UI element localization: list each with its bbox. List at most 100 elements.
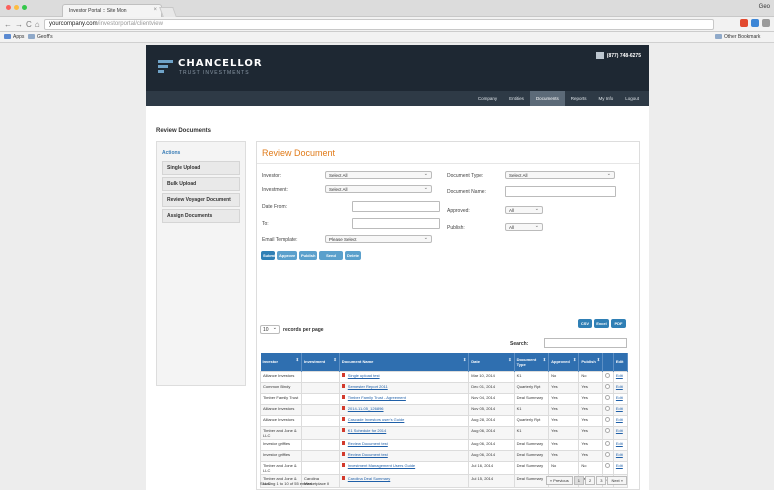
edit-link[interactable]: Edit	[616, 452, 623, 457]
document-link[interactable]: Investment Management Users Guide	[348, 463, 415, 468]
column-header[interactable]: Document Type ⬍	[514, 353, 550, 371]
cell-document-name: 2014-11-05_126896	[338, 403, 470, 416]
sidebar: Actions Single Upload Bulk Upload Review…	[156, 141, 246, 386]
date-from-input[interactable]	[352, 201, 440, 212]
document-link[interactable]: Carolina Deal Summary	[348, 476, 390, 481]
approved-select[interactable]: All	[505, 206, 543, 214]
logo-title[interactable]: CHANCELLOR	[178, 58, 263, 69]
minimize-window-icon[interactable]	[14, 5, 19, 10]
submit-button[interactable]: Submit	[261, 251, 277, 260]
row-select-radio[interactable]	[605, 394, 611, 400]
delete-button[interactable]: Delete	[345, 251, 361, 260]
page-2-button[interactable]: 2	[584, 476, 596, 485]
cell-approved: Yes	[548, 438, 580, 451]
edit-link[interactable]: Edit	[616, 406, 623, 411]
sidebar-item-bulk-upload[interactable]: Bulk Upload	[162, 177, 240, 191]
document-name-input[interactable]	[505, 186, 616, 197]
column-header[interactable]: Investor ⬍	[260, 353, 303, 371]
address-bar[interactable]: yourcompany.com/investorportal/clientvie…	[44, 19, 714, 30]
edit-link[interactable]: Edit	[616, 428, 623, 433]
row-select-radio[interactable]	[605, 427, 611, 433]
cell-edit: Edit	[612, 449, 629, 462]
window-controls[interactable]	[6, 5, 30, 12]
extension-icon[interactable]	[751, 19, 759, 27]
nav-reports[interactable]: Reports	[565, 91, 593, 106]
edit-link[interactable]: Edit	[616, 441, 623, 446]
forward-icon[interactable]: →	[15, 20, 26, 29]
row-select-radio[interactable]	[605, 462, 611, 468]
profile-name[interactable]: Geo	[759, 4, 770, 10]
column-header[interactable]: Document Name ⬍	[339, 353, 470, 371]
folder-icon	[28, 34, 35, 40]
document-link[interactable]: Cascade Investors user's Guide	[348, 417, 405, 422]
investment-label: Investment:	[262, 187, 288, 193]
column-header[interactable]: Date ⬍	[468, 353, 515, 371]
maximize-window-icon[interactable]	[22, 5, 27, 10]
page-next-button[interactable]: Next »	[607, 476, 627, 485]
edit-link[interactable]: Edit	[616, 373, 623, 378]
cell-document-name: Investment Management Users Guide	[338, 460, 470, 475]
row-select-radio[interactable]	[605, 416, 611, 422]
extension-icon[interactable]	[740, 19, 748, 27]
bookmark-folder[interactable]: Geoff's	[28, 34, 53, 40]
bookmark-apps[interactable]: Apps	[4, 34, 24, 40]
sidebar-item-assign-documents[interactable]: Assign Documents	[162, 209, 240, 223]
edit-link[interactable]: Edit	[616, 395, 623, 400]
investor-select[interactable]: Select All	[325, 171, 432, 179]
document-link[interactable]: K1 Schedule for 2014	[348, 428, 386, 433]
cell-date: Jul 15, 2014	[468, 473, 515, 488]
home-icon[interactable]: ⌂	[35, 20, 43, 29]
nav-entities[interactable]: Entities	[503, 91, 530, 106]
nav-my-info[interactable]: My Info	[592, 91, 619, 106]
publish-select[interactable]: All	[505, 223, 543, 231]
page-3-button[interactable]: 3	[596, 476, 607, 485]
email-template-select[interactable]: Please Select	[325, 235, 432, 243]
reload-icon[interactable]: C	[26, 20, 35, 29]
sidebar-item-single-upload[interactable]: Single Upload	[162, 161, 240, 175]
document-link[interactable]: 2014-11-05_126896	[348, 406, 384, 411]
approve-button[interactable]: Approve	[277, 251, 297, 260]
investment-select[interactable]: Select All	[325, 185, 432, 193]
row-select-radio[interactable]	[605, 372, 611, 378]
document-link[interactable]: Review Document test	[348, 452, 388, 457]
menu-icon[interactable]	[762, 19, 770, 27]
edit-link[interactable]: Edit	[616, 463, 623, 468]
column-header[interactable]: Publish ⬍	[578, 353, 604, 371]
document-link[interactable]: Semester Report 2011	[348, 384, 388, 389]
csv-button[interactable]: CSV	[578, 319, 592, 328]
other-bookmarks[interactable]: Other Bookmark	[715, 34, 760, 40]
page-prev-button[interactable]: « Previous	[545, 476, 573, 485]
cell-document-type: Deal Summary	[513, 473, 550, 488]
document-link[interactable]: Review Document test	[348, 441, 388, 446]
nav-logout[interactable]: Logout	[619, 91, 645, 106]
records-per-page-select[interactable]: 10	[260, 325, 280, 334]
back-icon[interactable]: ←	[4, 20, 15, 29]
document-link[interactable]: Timber Family Trust - Agreement	[348, 395, 406, 400]
nav-company[interactable]: Company	[472, 91, 503, 106]
send-email-button[interactable]: Send Email	[319, 251, 343, 267]
new-tab-button[interactable]	[159, 7, 177, 17]
close-tab-icon[interactable]: ×	[153, 7, 157, 13]
documents-table: Investor ⬍ Investment ⬍ Document Name ⬍ Dat…	[259, 353, 629, 488]
column-header[interactable]: Approved ⬍	[548, 353, 580, 371]
column-header[interactable]: Investment ⬍	[301, 353, 340, 371]
date-to-input[interactable]	[352, 218, 440, 229]
row-select-radio[interactable]	[605, 451, 611, 457]
nav-documents[interactable]: Documents	[529, 91, 565, 106]
row-select-radio[interactable]	[605, 405, 611, 411]
search-input[interactable]	[544, 338, 627, 348]
edit-link[interactable]: Edit	[616, 384, 623, 389]
document-type-select[interactable]: Select All	[505, 171, 615, 179]
edit-link[interactable]: Edit	[616, 417, 623, 422]
row-select-radio[interactable]	[605, 440, 611, 446]
row-select-radio[interactable]	[605, 383, 611, 389]
select-column-header[interactable]	[602, 353, 614, 371]
excel-button[interactable]: Excel	[594, 319, 609, 328]
document-link[interactable]: Single upload test	[348, 373, 380, 378]
close-window-icon[interactable]	[6, 5, 11, 10]
sidebar-item-review-voyager[interactable]: Review Voyager Document	[162, 193, 240, 207]
pdf-button[interactable]: PDF	[611, 319, 626, 328]
page-1-button[interactable]: 1	[573, 476, 584, 485]
publish-button[interactable]: Publish	[299, 251, 317, 260]
browser-tab[interactable]: Investor Portal :: Site Mon ×	[62, 4, 162, 17]
